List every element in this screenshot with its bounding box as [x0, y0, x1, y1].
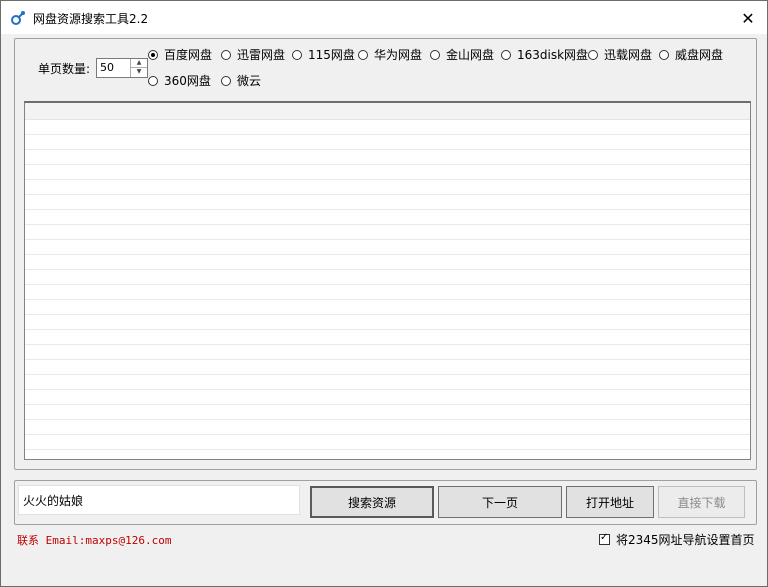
radio-button-icon[interactable]: [430, 49, 440, 60]
page-count-label: 单页数量:: [38, 62, 91, 76]
results-list-rows[interactable]: [25, 120, 750, 459]
search-button[interactable]: 搜索资源: [310, 486, 434, 518]
spin-down-icon[interactable]: ▼: [131, 68, 147, 76]
radio-button-icon[interactable]: [148, 75, 158, 86]
cloud-link-icon: [11, 11, 25, 25]
radio-button-icon[interactable]: [221, 75, 231, 86]
page-count-spinner[interactable]: 50 ▲ ▼: [96, 58, 148, 78]
radio-huawei[interactable]: 华为网盘: [358, 46, 422, 63]
title-bar[interactable]: 网盘资源搜索工具2.2 ✕: [1, 1, 767, 34]
contact-email: 联系 Email:maxps@126.com: [17, 534, 172, 547]
next-page-button[interactable]: 下一页: [438, 486, 562, 518]
direct-download-button[interactable]: 直接下载: [658, 486, 745, 518]
radio-360[interactable]: 360网盘: [148, 72, 211, 89]
spinner-buttons: ▲ ▼: [130, 59, 147, 77]
checkbox-checked-icon[interactable]: [599, 532, 610, 545]
radio-button-icon[interactable]: [588, 49, 598, 60]
radio-label: 163disk网盘: [517, 48, 589, 62]
homepage-checkbox-label: 将2345网址导航设置首页: [616, 533, 755, 547]
page-count-value[interactable]: 50: [100, 61, 114, 74]
radio-115[interactable]: 115网盘: [292, 46, 355, 63]
close-button[interactable]: ✕: [731, 5, 765, 31]
radio-button-icon[interactable]: [292, 49, 302, 60]
radio-button-icon[interactable]: [148, 49, 158, 60]
window-title: 网盘资源搜索工具2.2: [33, 12, 149, 26]
radio-label: 迅载网盘: [604, 48, 653, 62]
radio-label: 360网盘: [164, 74, 211, 88]
search-input[interactable]: [18, 485, 300, 515]
radio-button-icon[interactable]: [358, 49, 368, 60]
radio-xunlei[interactable]: 迅雷网盘: [221, 46, 285, 63]
radio-baidu[interactable]: 百度网盘: [148, 46, 212, 63]
radio-label: 微云: [237, 74, 262, 88]
results-list[interactable]: [24, 101, 751, 460]
radio-163disk[interactable]: 163disk网盘: [501, 46, 588, 63]
spin-up-icon[interactable]: ▲: [131, 59, 147, 68]
radio-label: 华为网盘: [374, 48, 423, 62]
radio-weipan[interactable]: 威盘网盘: [659, 46, 723, 63]
close-icon: ✕: [741, 8, 755, 28]
results-list-header[interactable]: [25, 103, 750, 120]
open-address-button[interactable]: 打开地址: [566, 486, 654, 518]
radio-xunzai[interactable]: 迅载网盘: [588, 46, 652, 63]
radio-label: 115网盘: [308, 48, 355, 62]
radio-button-icon[interactable]: [659, 49, 669, 60]
radio-label: 百度网盘: [164, 48, 213, 62]
radio-button-icon[interactable]: [221, 49, 231, 60]
radio-button-icon[interactable]: [501, 49, 511, 60]
homepage-checkbox[interactable]: 将2345网址导航设置首页: [599, 531, 755, 548]
radio-label: 威盘网盘: [675, 48, 724, 62]
radio-weiyun[interactable]: 微云: [221, 72, 261, 89]
radio-label: 迅雷网盘: [237, 48, 286, 62]
radio-kingsoft[interactable]: 金山网盘: [430, 46, 494, 63]
radio-label: 金山网盘: [446, 48, 495, 62]
